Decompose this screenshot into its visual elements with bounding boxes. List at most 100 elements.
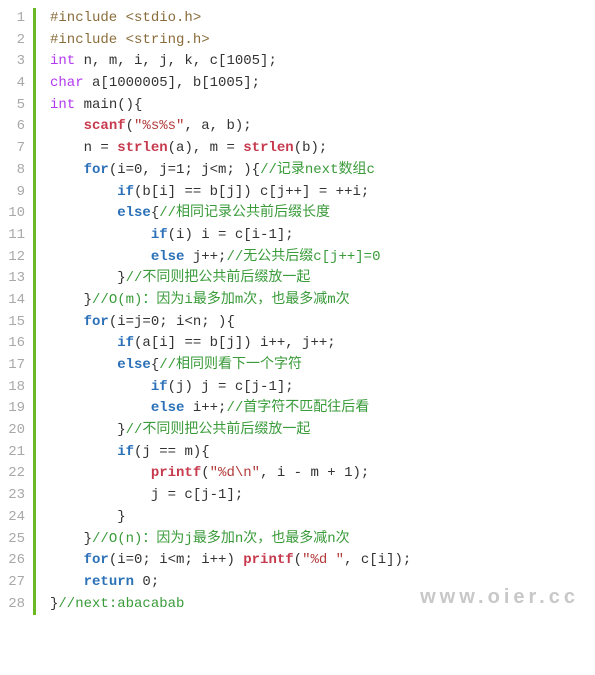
code-token: } [117, 509, 125, 525]
line-number: 24 [0, 507, 25, 529]
code-token: for [84, 314, 109, 330]
line-number: 21 [0, 442, 25, 464]
code-token: (b); [294, 140, 328, 156]
code-token: if [151, 379, 168, 395]
code-token: j = c[j-1]; [151, 487, 243, 503]
code-token: main(){ [75, 97, 142, 113]
code-token: //首字符不匹配往后看 [226, 400, 369, 416]
code-line: int n, m, i, j, k, c[1005]; [50, 51, 595, 73]
code-token: //无公共后缀c[j++]=0 [226, 249, 380, 265]
code-token: //不同则把公共前后缀放一起 [126, 270, 311, 286]
code-line: else{//相同记录公共前后缀长度 [50, 203, 595, 225]
line-number: 15 [0, 312, 25, 334]
code-token: { [151, 357, 159, 373]
code-line: if(i) i = c[i-1]; [50, 225, 595, 247]
line-number: 14 [0, 290, 25, 312]
line-number: 2 [0, 30, 25, 52]
code-line: #include <stdio.h> [50, 8, 595, 30]
code-token: else [151, 400, 185, 416]
code-token: if [151, 227, 168, 243]
code-token: else [117, 205, 151, 221]
line-number: 8 [0, 160, 25, 182]
code-token: (j == m){ [134, 444, 210, 460]
code-token: #include <stdio.h> [50, 10, 201, 26]
code-token: return [84, 574, 134, 590]
line-number: 23 [0, 485, 25, 507]
code-line: scanf("%s%s", a, b); [50, 116, 595, 138]
code-line: #include <string.h> [50, 30, 595, 52]
code-token: strlen [243, 140, 293, 156]
code-block: 1234567891011121314151617181920212223242… [0, 0, 595, 623]
line-number: 28 [0, 594, 25, 616]
code-line: else{//相同则看下一个字符 [50, 355, 595, 377]
code-line: if(a[i] == b[j]) i++, j++; [50, 333, 595, 355]
code-token: , c[i]); [344, 552, 411, 568]
code-token: i++; [184, 400, 226, 416]
line-number: 27 [0, 572, 25, 594]
line-number: 6 [0, 116, 25, 138]
line-number: 10 [0, 203, 25, 225]
code-token: , i - m + 1); [260, 465, 369, 481]
code-line: }//next:abacabab [50, 594, 595, 616]
code-token: (j) j = c[j-1]; [168, 379, 294, 395]
code-line: return 0; [50, 572, 595, 594]
code-line: if(b[i] == b[j]) c[j++] = ++i; [50, 182, 595, 204]
code-token: //next:abacabab [58, 596, 184, 612]
code-token: ( [294, 552, 302, 568]
code-line: }//不同则把公共前后缀放一起 [50, 420, 595, 442]
code-line: else i++;//首字符不匹配往后看 [50, 398, 595, 420]
code-token: 0; [134, 574, 159, 590]
code-token: (i) i = c[i-1]; [168, 227, 294, 243]
line-number: 17 [0, 355, 25, 377]
code-line: }//O(n)：因为j最多加n次，也最多减n次 [50, 529, 595, 551]
code-token: //相同记录公共前后缀长度 [159, 205, 330, 221]
line-number: 12 [0, 247, 25, 269]
line-number: 1 [0, 8, 25, 30]
code-token: ( [201, 465, 209, 481]
code-token: "%s%s" [134, 118, 184, 134]
line-number: 16 [0, 333, 25, 355]
code-token: a[1000005], b[1005]; [84, 75, 260, 91]
code-token: , a, b); [184, 118, 251, 134]
code-line: }//不同则把公共前后缀放一起 [50, 268, 595, 290]
code-token: for [84, 162, 109, 178]
code-token: //不同则把公共前后缀放一起 [126, 422, 311, 438]
code-token: (i=j=0; i<n; ){ [109, 314, 235, 330]
code-line: if(j == m){ [50, 442, 595, 464]
line-number: 19 [0, 398, 25, 420]
code-token: (i=0; i<m; i++) [109, 552, 243, 568]
code-line: printf("%d\n", i - m + 1); [50, 463, 595, 485]
code-token: n = [84, 140, 118, 156]
code-token: int [50, 97, 75, 113]
code-token: strlen [117, 140, 167, 156]
line-number: 4 [0, 73, 25, 95]
code-token: { [151, 205, 159, 221]
code-token: scanf [84, 118, 126, 134]
line-number: 13 [0, 268, 25, 290]
line-number: 7 [0, 138, 25, 160]
code-token: else [151, 249, 185, 265]
code-token: (a[i] == b[j]) i++, j++; [134, 335, 336, 351]
code-token: n, m, i, j, k, c[1005]; [75, 53, 277, 69]
code-token: //记录next数组c [260, 162, 375, 178]
code-line: for(i=0; i<m; i++) printf("%d ", c[i]); [50, 550, 595, 572]
code-token: "%d " [302, 552, 344, 568]
code-token: (b[i] == b[j]) c[j++] = ++i; [134, 184, 369, 200]
line-number: 11 [0, 225, 25, 247]
code-line: char a[1000005], b[1005]; [50, 73, 595, 95]
code-token: char [50, 75, 84, 91]
code-token: } [84, 292, 92, 308]
code-token: #include <string.h> [50, 32, 210, 48]
code-token: (i=0, j=1; j<m; ){ [109, 162, 260, 178]
code-line: if(j) j = c[j-1]; [50, 377, 595, 399]
code-line: } [50, 507, 595, 529]
code-token: int [50, 53, 75, 69]
code-token: (a), m = [168, 140, 244, 156]
code-token: if [117, 335, 134, 351]
line-number: 3 [0, 51, 25, 73]
code-content: #include <stdio.h> #include <string.h> int… [36, 8, 595, 615]
line-number: 26 [0, 550, 25, 572]
code-line: for(i=0, j=1; j<m; ){//记录next数组c [50, 160, 595, 182]
code-line: int main(){ [50, 95, 595, 117]
code-token: } [84, 531, 92, 547]
